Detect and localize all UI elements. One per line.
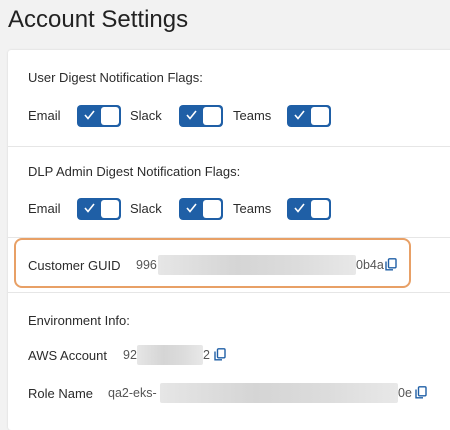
check-icon xyxy=(294,203,305,213)
role-name-suffix: 0e xyxy=(398,386,412,400)
customer-guid-suffix: 0b4a xyxy=(356,258,384,272)
copy-icon[interactable] xyxy=(214,348,226,361)
copy-icon[interactable] xyxy=(415,386,427,399)
dlp-digest-email-toggle[interactable] xyxy=(77,198,121,220)
dlp-digest-heading: DLP Admin Digest Notification Flags: xyxy=(28,164,241,179)
toggle-knob xyxy=(311,107,329,125)
section-divider xyxy=(8,146,450,147)
user-digest-heading: User Digest Notification Flags: xyxy=(28,70,203,85)
page-title: Account Settings xyxy=(8,6,189,33)
section-divider xyxy=(8,292,450,293)
check-icon xyxy=(84,110,95,120)
user-digest-teams-label: Teams xyxy=(233,108,272,123)
toggle-knob xyxy=(203,107,221,125)
check-icon xyxy=(186,110,197,120)
dlp-digest-teams-toggle[interactable] xyxy=(287,198,331,220)
user-digest-slack-label: Slack xyxy=(130,108,162,123)
copy-icon[interactable] xyxy=(385,258,397,271)
dlp-digest-email-label: Email xyxy=(28,201,61,216)
check-icon xyxy=(186,203,197,213)
dlp-digest-slack-toggle[interactable] xyxy=(179,198,223,220)
user-digest-email-toggle[interactable] xyxy=(77,105,121,127)
check-icon xyxy=(294,110,305,120)
user-digest-teams-toggle[interactable] xyxy=(287,105,331,127)
user-digest-email-label: Email xyxy=(28,108,61,123)
customer-guid-prefix: 996 xyxy=(136,258,157,272)
toggle-knob xyxy=(101,200,119,218)
toggle-knob xyxy=(311,200,329,218)
aws-account-redaction xyxy=(137,345,203,365)
environment-heading: Environment Info: xyxy=(28,313,130,328)
aws-account-suffix: 2 xyxy=(203,348,210,362)
toggle-knob xyxy=(203,200,221,218)
dlp-digest-teams-label: Teams xyxy=(233,201,272,216)
aws-account-prefix: 92 xyxy=(123,348,137,362)
role-name-label: Role Name xyxy=(28,386,94,401)
dlp-digest-slack-label: Slack xyxy=(130,201,162,216)
aws-account-label: AWS Account xyxy=(28,348,107,363)
role-name-prefix: qa2-eks- xyxy=(108,386,157,400)
user-digest-slack-toggle[interactable] xyxy=(179,105,223,127)
customer-guid-redaction xyxy=(158,255,356,275)
customer-guid-label: Customer GUID xyxy=(28,258,121,273)
check-icon xyxy=(84,203,95,213)
toggle-knob xyxy=(101,107,119,125)
role-name-redaction xyxy=(160,383,398,403)
